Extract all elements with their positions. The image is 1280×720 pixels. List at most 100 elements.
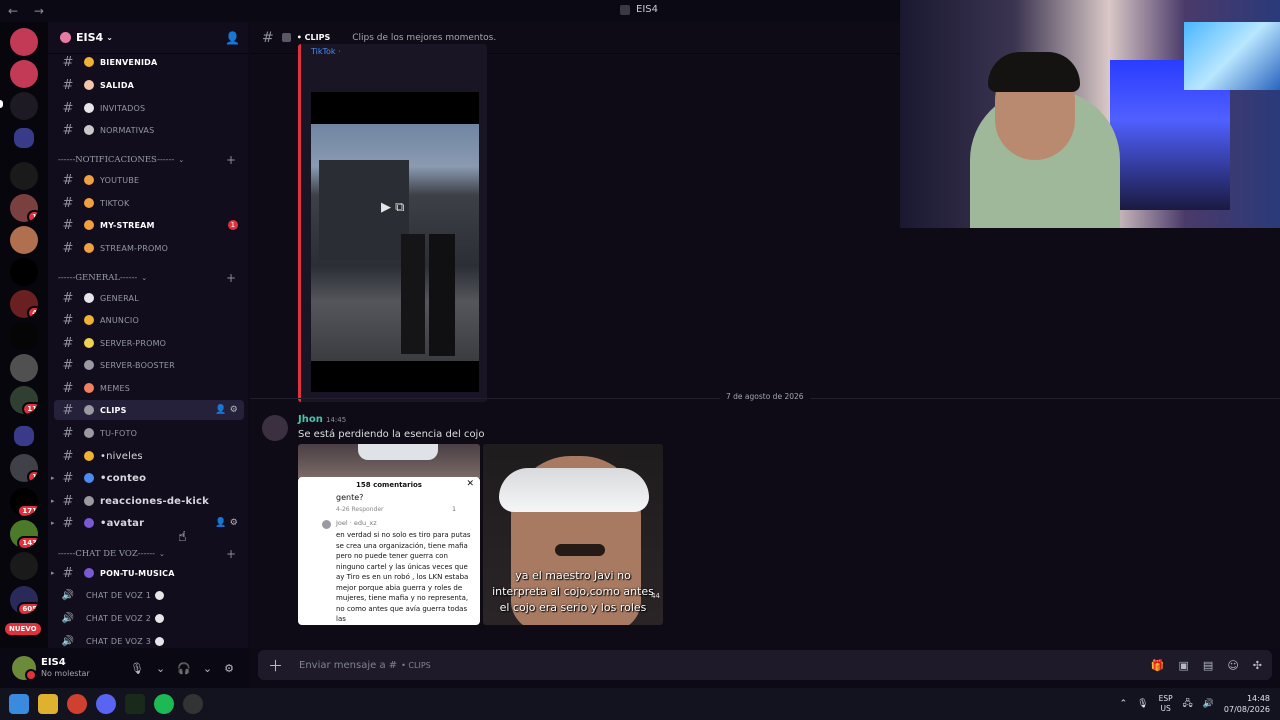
play-icon[interactable]: ▶ ⧉ (381, 200, 404, 215)
server-icon-3[interactable] (10, 162, 38, 190)
chrome-icon[interactable] (67, 694, 87, 714)
file-explorer-icon[interactable] (38, 694, 58, 714)
expand-arrow-icon[interactable]: ▸ (51, 474, 55, 482)
user-info[interactable]: EIS4 No molestar (41, 657, 90, 679)
server-header[interactable]: EIS4 ⌄ 👤 (48, 22, 248, 54)
channel-item[interactable]: # BIENVENIDA (54, 52, 244, 72)
gear-icon[interactable]: ⚙ (224, 662, 234, 675)
channel-item[interactable]: # SERVER-BOOSTER (54, 355, 244, 375)
channel-item[interactable]: # •niveles (54, 446, 244, 466)
language-indicator[interactable]: ESP US (1159, 694, 1173, 714)
channel-item[interactable]: # MEMES (54, 378, 244, 398)
channel-name: GENERAL (100, 293, 139, 303)
channel-item[interactable]: # TIKTOK (54, 193, 244, 213)
server-icon-13[interactable]: 143 (10, 520, 38, 548)
server-icon-eis4[interactable] (10, 92, 38, 120)
gif-icon[interactable]: ▣ (1179, 659, 1189, 672)
avatar[interactable] (262, 415, 288, 441)
composer-placeholder[interactable]: Enviar mensaje a # (299, 660, 397, 671)
chevron-up-icon[interactable]: ⌃ (1120, 699, 1128, 709)
server-icon-10[interactable]: 11 (10, 386, 38, 414)
channel-item[interactable]: # SERVER-PROMO (54, 333, 244, 353)
video-player[interactable]: ▶ ⧉ (311, 92, 479, 392)
chevron-down-icon[interactable]: ⌄ (156, 662, 165, 675)
category-chat-de-voz[interactable]: ------CHAT DE VOZ------ ⌄ + (58, 546, 242, 562)
selected-server-pill (0, 100, 3, 108)
server-icon-11[interactable]: 1 (10, 454, 38, 482)
channel-item[interactable]: # CLIPS 👤 ⚙ (54, 400, 244, 420)
expand-arrow-icon[interactable]: ▸ (51, 519, 55, 527)
expand-arrow-icon[interactable]: ▸ (51, 569, 55, 577)
channel-settings-icon[interactable]: 👤 ⚙ (215, 518, 238, 528)
channel-item[interactable]: # YOUTUBE (54, 170, 244, 190)
network-icon[interactable]: 🖧 (1183, 696, 1193, 712)
voice-channel-item[interactable]: 🔊 CHAT DE VOZ 2 (54, 608, 244, 628)
attachment-image-1[interactable]: 158 comentarios ✕ gente? 4-26 Responder … (298, 444, 480, 625)
app-icon[interactable] (183, 694, 203, 714)
channel-item[interactable]: # ANUNCIO (54, 310, 244, 330)
clock[interactable]: 14:48 07/08/2026 (1224, 693, 1270, 715)
apps-icon[interactable]: ✣ (1253, 659, 1262, 672)
channel-item[interactable]: ▸ # •avatar 👤 ⚙ (51, 513, 244, 533)
add-member-icon[interactable]: 👤 (225, 31, 240, 45)
server-icon-4[interactable]: 1 (10, 194, 38, 222)
microphone-icon[interactable]: 🎙 (130, 662, 144, 675)
category-general[interactable]: ------GENERAL------ ⌄ + (58, 270, 242, 286)
channel-settings-icon[interactable]: 👤 ⚙ (215, 405, 238, 415)
hash-icon: # (62, 425, 74, 441)
comment-card: 158 comentarios ✕ gente? 4-26 Responder … (298, 477, 480, 625)
embed-author[interactable]: TikTok · (311, 47, 341, 56)
channel-item[interactable]: ▸ # •conteo (51, 468, 244, 488)
add-channel-icon[interactable]: + (226, 271, 236, 285)
hash-icon: # (62, 290, 74, 306)
gift-icon[interactable]: 🎁 (1151, 659, 1165, 672)
channel-item[interactable]: # NORMATIVAS (54, 120, 244, 140)
message-composer[interactable]: ＋ Enviar mensaje a # • CLIPS 🎁 ▣ ▤ ☺ ✣ (258, 650, 1272, 680)
server-icon-7[interactable]: 4 (10, 290, 38, 318)
server-icon-5[interactable] (10, 226, 38, 254)
channel-item[interactable]: ▸ # reacciones-de-kick (51, 491, 244, 511)
folder-icon[interactable] (14, 128, 34, 148)
folder-icon[interactable] (14, 426, 34, 446)
server-icon-12[interactable]: 171 (10, 488, 38, 516)
history-nav[interactable]: ← → (8, 4, 50, 18)
hash-icon: # (62, 100, 74, 116)
image-caption: ya el maestro Javi no interpreta al cojo… (492, 569, 654, 614)
add-channel-icon[interactable]: + (226, 547, 236, 561)
channel-item[interactable]: # SALIDA (54, 75, 244, 95)
windows-start-icon[interactable] (9, 694, 29, 714)
discord-icon[interactable] (96, 694, 116, 714)
window-title: EIS4 (620, 4, 658, 15)
microphone-icon[interactable]: 🎙 (1137, 699, 1148, 709)
channel-item[interactable]: ▸ # PON-TU-MUSICA (51, 563, 244, 583)
server-icon-9[interactable] (10, 354, 38, 382)
emoji-icon[interactable]: ☺ (1227, 659, 1238, 672)
server-icon-15[interactable]: 605 (10, 586, 38, 614)
add-channel-icon[interactable]: + (226, 153, 236, 167)
plus-icon[interactable]: ＋ (268, 655, 283, 676)
speaker-icon[interactable]: 🔊 (1203, 699, 1214, 709)
voice-channel-item[interactable]: 🔊 CHAT DE VOZ 1 (54, 585, 244, 605)
app-icon[interactable] (125, 694, 145, 714)
spotify-icon[interactable] (154, 694, 174, 714)
attachment-image-2[interactable]: ya el maestro Javi no interpreta al cojo… (483, 444, 663, 625)
server-icon-1[interactable] (10, 28, 38, 56)
channel-topic[interactable]: Clips de los mejores momentos. (352, 33, 496, 43)
sticker-icon[interactable]: ▤ (1203, 659, 1213, 672)
expand-arrow-icon[interactable]: ▸ (51, 497, 55, 505)
channel-item[interactable]: # INVITADOS (54, 98, 244, 118)
headphones-icon[interactable]: 🎧 (177, 662, 191, 675)
channel-item[interactable]: # STREAM-PROMO (54, 238, 244, 258)
chevron-down-icon[interactable]: ⌄ (203, 662, 212, 675)
server-icon-14[interactable] (10, 552, 38, 580)
category-notificaciones[interactable]: ------NOTIFICACIONES------ ⌄ + (58, 152, 242, 168)
server-icon-2[interactable] (10, 60, 38, 88)
channel-item[interactable]: # TU-FOTO (54, 423, 244, 443)
avatar[interactable] (12, 656, 37, 681)
server-icon-8[interactable] (10, 322, 38, 350)
server-icon-6[interactable] (10, 258, 38, 286)
message-author[interactable]: Jhon (298, 414, 323, 425)
channel-item[interactable]: # GENERAL (54, 288, 244, 308)
channel-item[interactable]: # MY-STREAM 1 (54, 215, 244, 235)
hash-icon: # (62, 380, 74, 396)
